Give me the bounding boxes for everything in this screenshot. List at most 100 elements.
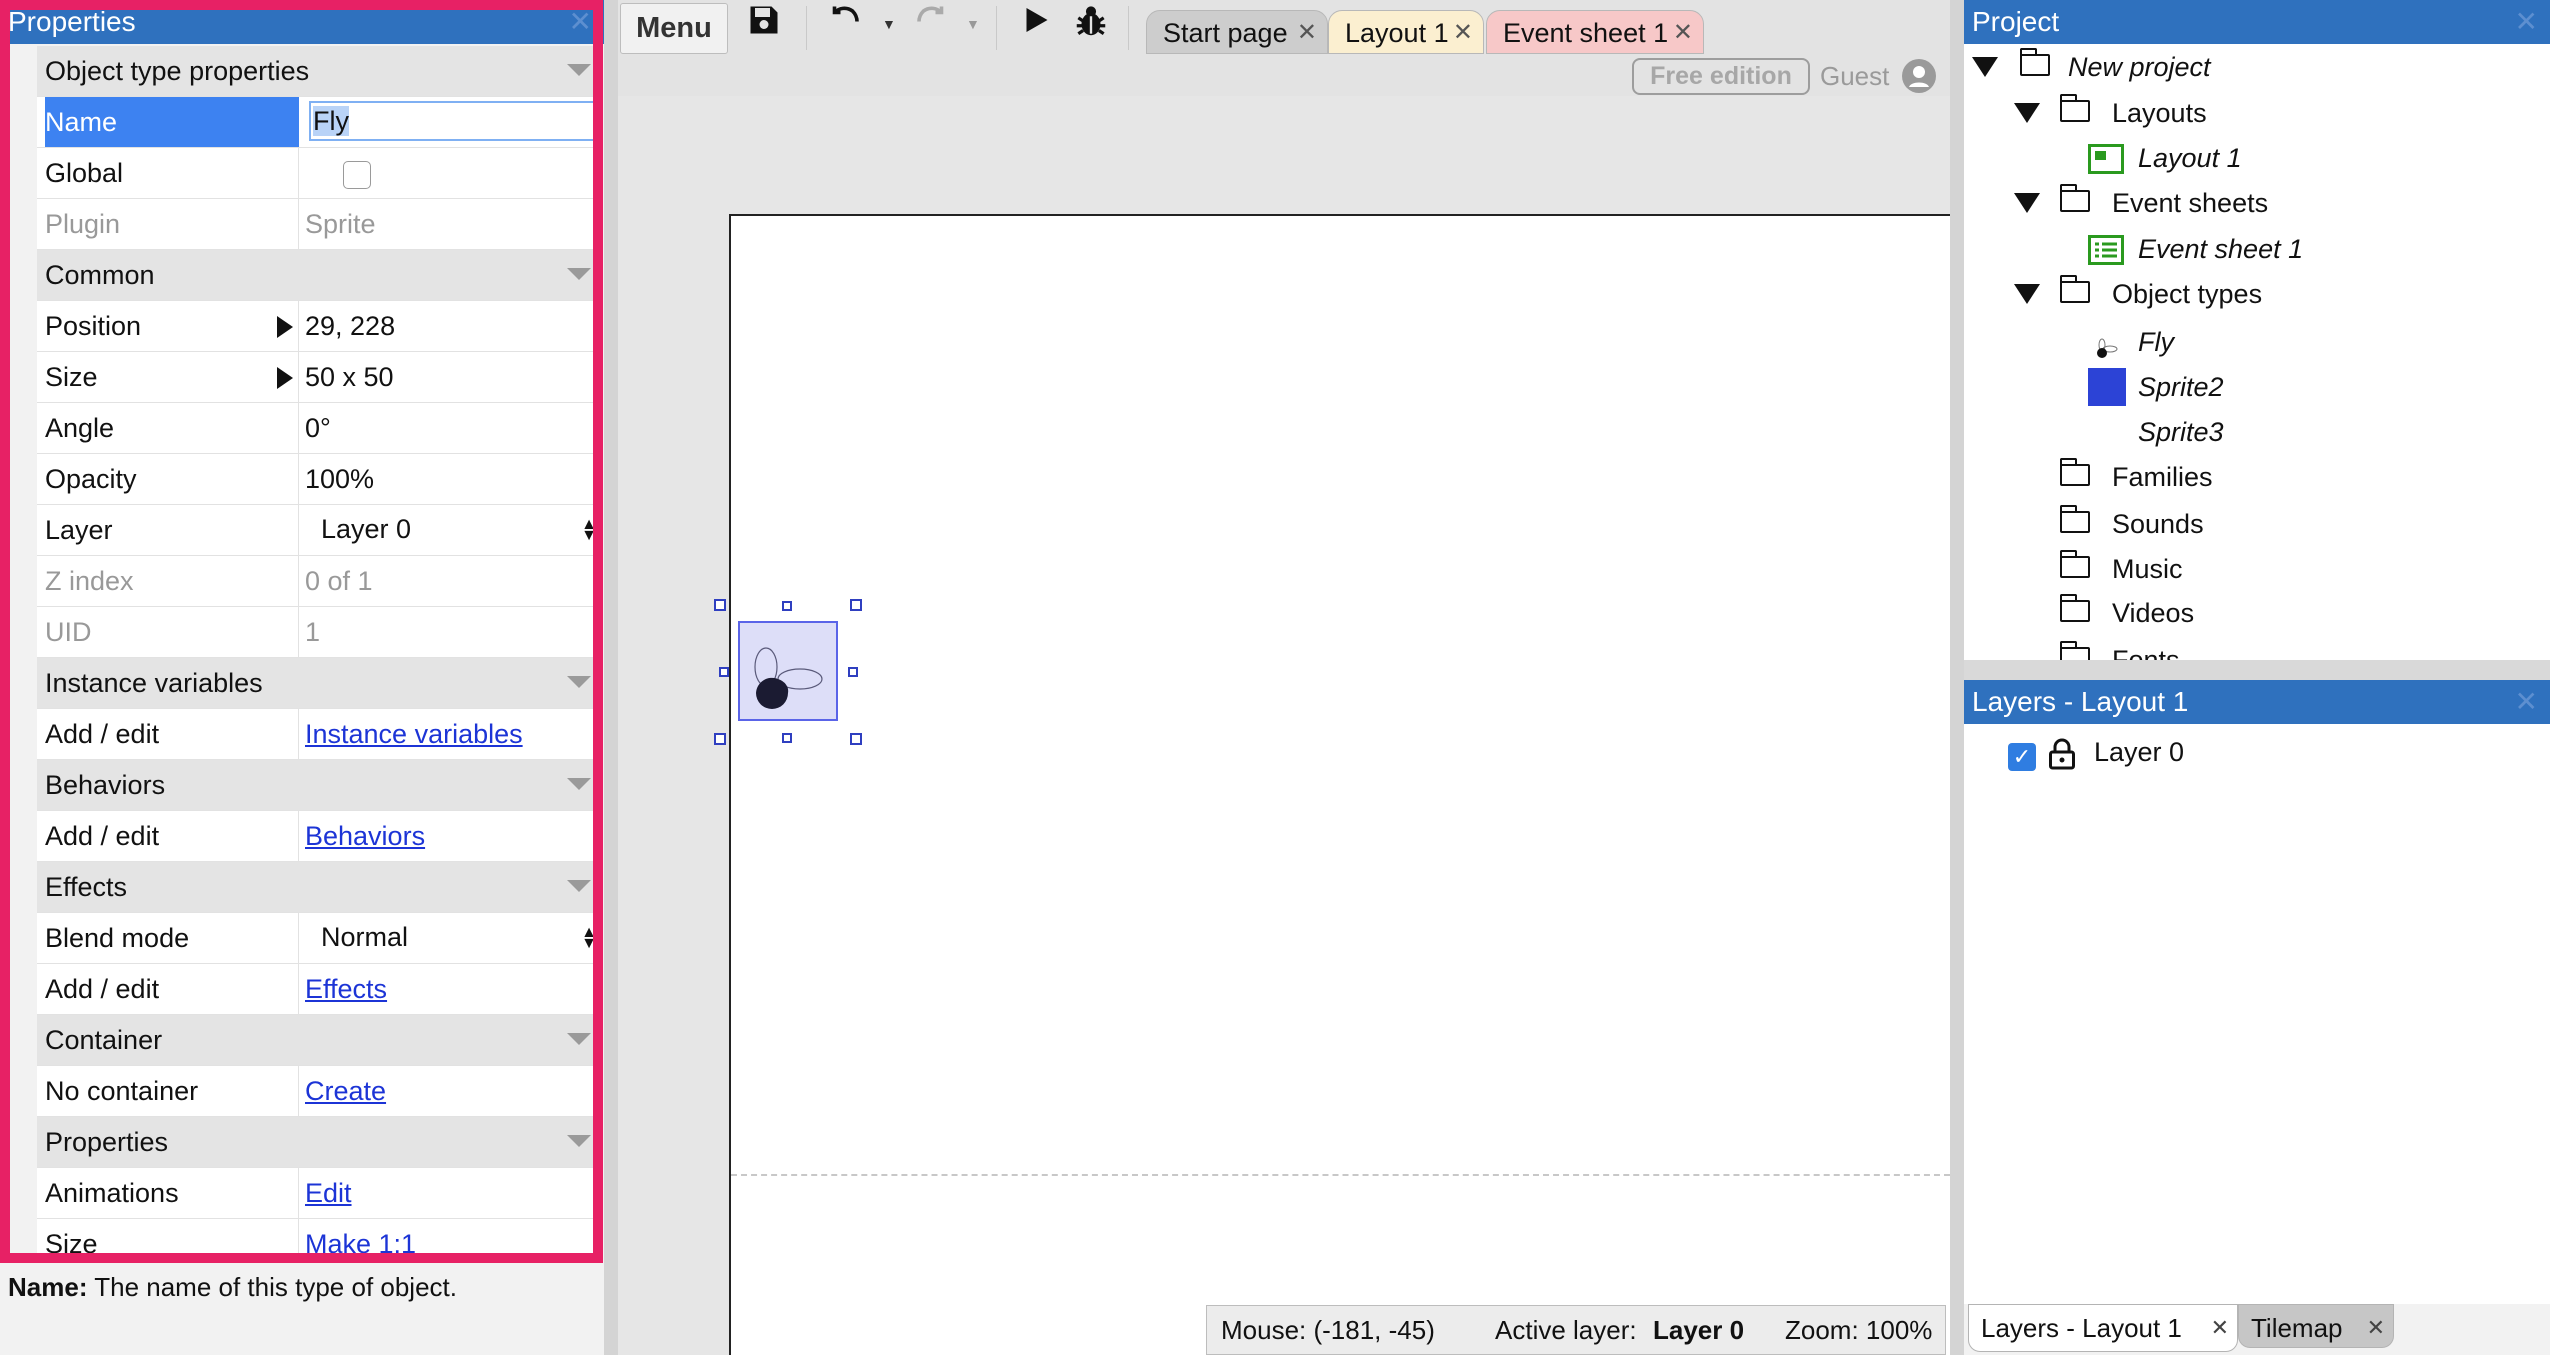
user-account-icon[interactable] xyxy=(1902,59,1936,93)
property-row-instance-variables[interactable]: Add / edit Instance variables xyxy=(37,709,599,760)
opacity-value[interactable]: 100% xyxy=(305,454,599,504)
instance-variables-link[interactable]: Instance variables xyxy=(305,719,523,749)
close-icon[interactable]: ✕ xyxy=(1297,11,1317,55)
edit-animations-link[interactable]: Edit xyxy=(305,1178,352,1208)
layout-area[interactable] xyxy=(729,214,1950,1355)
property-value: 1 xyxy=(305,617,321,647)
size-value[interactable]: 50 x 50 xyxy=(305,352,599,402)
property-row-animations[interactable]: Animations Edit xyxy=(37,1168,599,1219)
close-icon[interactable]: ✕ xyxy=(569,0,592,44)
property-row-opacity[interactable]: Opacity 100% xyxy=(37,454,599,505)
section-common[interactable]: Common xyxy=(37,250,599,301)
redo-icon[interactable] xyxy=(912,2,950,52)
chevron-down-icon[interactable] xyxy=(567,268,591,280)
make-1to1-link[interactable]: Make 1:1 xyxy=(305,1229,416,1256)
name-field[interactable]: Fly xyxy=(309,101,597,141)
tab-label: Event sheet 1 xyxy=(1503,18,1669,48)
chevron-down-icon[interactable] xyxy=(567,778,591,790)
property-row-angle[interactable]: Angle 0° xyxy=(37,403,599,454)
resize-handle[interactable] xyxy=(714,599,726,611)
section-properties[interactable]: Properties xyxy=(37,1117,599,1168)
chevron-down-icon[interactable] xyxy=(567,880,591,892)
resize-handle[interactable] xyxy=(714,733,726,745)
expand-triangle-icon[interactable] xyxy=(277,367,293,389)
section-container[interactable]: Container xyxy=(37,1015,599,1066)
section-instance-variables[interactable]: Instance variables xyxy=(37,658,599,709)
behaviors-link[interactable]: Behaviors xyxy=(305,821,425,851)
property-label: Add / edit xyxy=(45,811,299,861)
tab-layout-1[interactable]: Layout 1 ✕ xyxy=(1328,10,1484,54)
save-icon[interactable] xyxy=(746,2,782,52)
debug-bug-icon[interactable] xyxy=(1072,2,1110,54)
undo-dropdown-icon[interactable]: ▼ xyxy=(882,16,896,32)
global-checkbox[interactable] xyxy=(343,161,371,189)
fly-sprite-instance[interactable] xyxy=(738,621,838,721)
resize-handle[interactable] xyxy=(782,733,792,743)
tab-layers-layout-1[interactable]: Layers - Layout 1 ✕ xyxy=(1968,1304,2238,1352)
tree-label: Object types xyxy=(2112,279,2263,309)
layer-select[interactable]: Layer 0 ▲ ▼ xyxy=(305,505,599,555)
lock-icon[interactable] xyxy=(2048,738,2076,783)
resize-handle[interactable] xyxy=(850,599,862,611)
menu-button[interactable]: Menu xyxy=(620,3,728,54)
property-row-plugin: Plugin Sprite xyxy=(37,199,599,250)
close-icon[interactable]: ✕ xyxy=(2367,1305,2385,1351)
tab-event-sheet-1[interactable]: Event sheet 1 ✕ xyxy=(1486,10,1704,54)
expand-triangle-icon[interactable] xyxy=(2014,284,2040,304)
resize-handle[interactable] xyxy=(848,667,858,677)
chevron-down-icon[interactable] xyxy=(567,1033,591,1045)
close-icon[interactable]: ✕ xyxy=(1673,11,1693,55)
section-label: Effects xyxy=(45,872,128,902)
close-icon[interactable]: ✕ xyxy=(2211,1305,2229,1351)
expand-triangle-icon[interactable] xyxy=(1972,57,1998,77)
panel-splitter[interactable] xyxy=(1950,0,1964,1355)
section-effects[interactable]: Effects xyxy=(37,862,599,913)
chevron-down-icon[interactable] xyxy=(567,64,591,76)
property-row-global[interactable]: Global xyxy=(37,148,599,199)
property-row-behaviors[interactable]: Add / edit Behaviors xyxy=(37,811,599,862)
free-edition-badge[interactable]: Free edition xyxy=(1632,58,1810,95)
property-row-size-1to1[interactable]: Size Make 1:1 xyxy=(37,1219,599,1256)
property-row-container[interactable]: No container Create xyxy=(37,1066,599,1117)
resize-handle[interactable] xyxy=(719,667,729,677)
resize-handle[interactable] xyxy=(850,733,862,745)
property-row-position[interactable]: Position 29, 228 xyxy=(37,301,599,352)
play-icon[interactable] xyxy=(1022,2,1052,52)
section-object-type[interactable]: Object type properties xyxy=(37,46,599,97)
folder-icon xyxy=(2059,505,2090,533)
blend-mode-select[interactable]: Normal ▲ ▼ xyxy=(305,913,599,963)
redo-dropdown-icon[interactable]: ▼ xyxy=(966,16,980,32)
tab-tilemap[interactable]: Tilemap ✕ xyxy=(2238,1304,2394,1348)
property-row-effects[interactable]: Add / edit Effects xyxy=(37,964,599,1015)
close-icon[interactable]: ✕ xyxy=(1453,11,1473,55)
section-behaviors[interactable]: Behaviors xyxy=(37,760,599,811)
close-icon[interactable]: ✕ xyxy=(2515,680,2538,724)
layer-visible-checkbox[interactable]: ✓ xyxy=(2008,743,2036,771)
panel-splitter[interactable] xyxy=(1964,660,2550,680)
expand-triangle-icon[interactable] xyxy=(2014,193,2040,213)
property-row-layer[interactable]: Layer Layer 0 ▲ ▼ xyxy=(37,505,599,556)
effects-link[interactable]: Effects xyxy=(305,974,387,1004)
tab-start-page[interactable]: Start page ✕ xyxy=(1146,10,1328,54)
layer-select-value: Layer 0 xyxy=(321,514,412,544)
property-row-name[interactable]: Name Fly xyxy=(37,97,599,148)
resize-handle[interactable] xyxy=(782,601,792,611)
layer-row[interactable]: ✓ Layer 0 xyxy=(1964,730,2550,774)
property-row-blend-mode[interactable]: Blend mode Normal ▲ ▼ xyxy=(37,913,599,964)
help-term: Name: xyxy=(8,1272,88,1302)
property-row-size[interactable]: Size 50 x 50 xyxy=(37,352,599,403)
panel-splitter[interactable] xyxy=(604,0,618,1355)
guest-label[interactable]: Guest xyxy=(1820,58,1889,94)
close-icon[interactable]: ✕ xyxy=(2515,0,2538,44)
toolbar-divider xyxy=(1128,6,1129,50)
chevron-down-icon[interactable] xyxy=(567,1135,591,1147)
expand-triangle-icon[interactable] xyxy=(2014,103,2040,123)
tree-label: Sprite2 xyxy=(2138,372,2224,402)
chevron-down-icon[interactable] xyxy=(567,676,591,688)
position-value[interactable]: 29, 228 xyxy=(305,301,599,351)
expand-triangle-icon[interactable] xyxy=(277,316,293,338)
undo-icon[interactable] xyxy=(826,2,864,52)
angle-value[interactable]: 0° xyxy=(305,403,599,453)
create-container-link[interactable]: Create xyxy=(305,1076,386,1106)
section-label: Object type properties xyxy=(45,56,310,86)
